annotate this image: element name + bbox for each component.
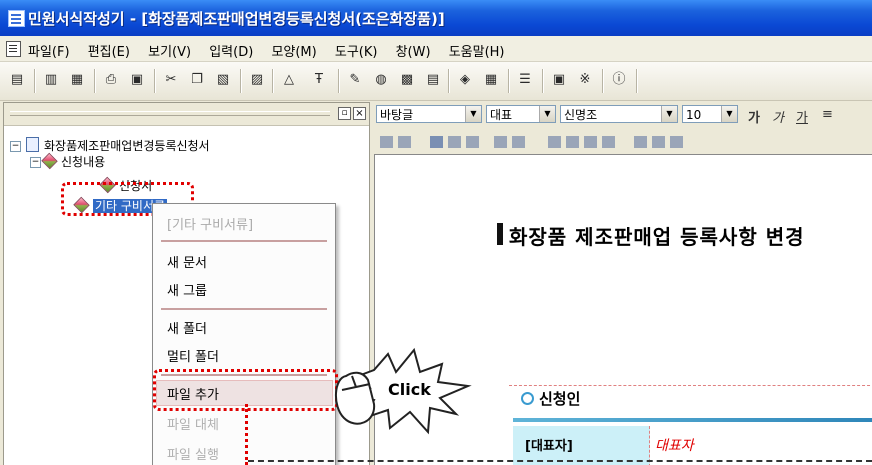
tree-root[interactable]: 화장품제조판매업변경등록신청서 [26,137,210,154]
document-title: 화장품 제조판매업 등록사항 변경 [497,221,805,250]
click-label: Click [388,380,431,399]
annotation-line [245,404,248,465]
circle-bullet-icon [521,392,534,405]
copy-icon[interactable]: ❐ [188,71,206,89]
mouse-icon [335,371,376,425]
info-icon[interactable]: ⓘ [610,71,628,89]
font-select[interactable]: 신명조 ▼ [560,105,678,123]
chevron-down-icon[interactable]: ▼ [465,106,481,122]
section-divider [509,385,872,387]
menu-item-replace-file[interactable]: 파일 대체 [167,414,219,433]
image-icon[interactable] [466,136,479,148]
context-menu-header: [기타 구비서류] [167,218,254,233]
shape-icon[interactable] [398,136,411,148]
menu-separator [161,308,327,310]
field-value[interactable]: 대표자 [655,435,694,455]
table-icon[interactable]: ▦ [482,71,500,89]
counter-icon[interactable]: ◍ [372,71,390,89]
font-size-select[interactable]: 10 ▼ [682,105,738,123]
italic-button[interactable]: 가 [772,107,784,126]
cut-icon[interactable]: ✂ [162,71,180,89]
chart-icon[interactable]: ☰ [516,71,534,89]
arrow-icon[interactable] [584,136,597,148]
menu-item-new-document[interactable]: 새 문서 [167,252,207,271]
symbol-icon[interactable]: ▣ [550,71,568,89]
object-toolbar [372,130,872,152]
menu-item-new-group[interactable]: 새 그룹 [167,280,207,299]
style-select[interactable]: 바탕글 ▼ [376,105,482,123]
save-icon[interactable]: ▦ [68,71,86,89]
menu-view[interactable]: 보기(V) [148,45,191,60]
document-icon [26,137,39,152]
menu-edit[interactable]: 편집(E) [88,45,130,60]
text-type-select[interactable]: 대표 ▼ [486,105,556,123]
folder-icon[interactable]: ▨ [248,71,266,89]
menu-separator [161,240,327,242]
main-toolbar: ▤ ▥ ▦ ⎙ ▣ ✂ ❐ ▧ ▨ △ Ŧ ✎ ◍ ▩ ▤ ◈ ▦ ☰ ▣ ※ … [0,62,872,101]
app-window: 민원서식작성기 - [화장품제조판매업변경등록신청서(조은화장품)] 파일(F)… [0,0,872,465]
menu-tools[interactable]: 도구(K) [335,45,378,60]
section-bar [513,418,872,422]
table-icon[interactable] [430,136,443,148]
title-bar: 민원서식작성기 - [화장품제조판매업변경등록신청서(조은화장품)] [0,0,872,36]
shape-icon[interactable]: △ [280,71,298,89]
menu-input[interactable]: 입력(D) [209,45,253,60]
pin-icon[interactable]: ▫ [338,107,351,120]
menu-format[interactable]: 모양(M) [271,45,316,60]
field-label: [대표자] [525,439,573,454]
collapse-icon[interactable]: − [30,157,41,168]
insert-icon[interactable]: ▩ [398,71,416,89]
bold-icon[interactable]: Ŧ [310,71,328,89]
pen-icon[interactable]: ✎ [346,71,364,89]
section-title: 신청인 [539,390,581,408]
menu-item-new-folder[interactable]: 새 폴더 [167,318,207,337]
bold-button[interactable]: 가 [748,107,760,126]
arrow-icon[interactable] [602,136,615,148]
arrow-icon[interactable] [548,136,561,148]
image-icon[interactable]: ▤ [424,71,442,89]
arrow-icon[interactable]: ◈ [456,71,474,89]
chevron-down-icon[interactable]: ▼ [661,106,677,122]
click-callout: Click [330,346,480,436]
format-toolbar: 바탕글 ▼ 대표 ▼ 신명조 ▼ 10 ▼ 가 가 가 ≡ [372,102,872,128]
paste-icon[interactable]: ▧ [214,71,232,89]
align-icon[interactable]: ≡ [822,107,833,122]
chart-icon[interactable] [448,136,461,148]
arrow-icon[interactable] [566,136,579,148]
app-icon [8,10,25,27]
open-icon[interactable]: ▥ [42,71,60,89]
annotation-line [248,460,872,462]
chevron-down-icon[interactable]: ▼ [721,106,737,122]
preview-icon[interactable]: ▣ [128,71,146,89]
menu-file[interactable]: 파일(F) [28,45,70,60]
collapse-icon[interactable]: − [10,141,21,152]
list-icon[interactable] [512,136,525,148]
menu-item-multi-folder[interactable]: 멀티 폴더 [167,346,219,365]
block-icon[interactable] [670,136,683,148]
underline-button[interactable]: 가 [796,107,808,126]
chevron-down-icon[interactable]: ▼ [539,106,555,122]
pane-header: ▫ × [4,103,369,126]
new-doc-icon[interactable]: ▤ [8,71,26,89]
list-icon[interactable] [494,136,507,148]
tree-group[interactable]: 신청내용 [41,152,105,170]
shape-icon[interactable] [380,136,393,148]
context-menu: [기타 구비서류] 새 문서 새 그룹 새 폴더 멀티 폴더 파일 추가 파일 … [152,203,336,465]
menu-help[interactable]: 도움말(H) [449,45,505,60]
document-icon[interactable] [6,41,21,57]
block-icon[interactable] [652,136,665,148]
star-icon[interactable]: ※ [576,71,594,89]
block-icon[interactable] [634,136,647,148]
menu-bar: 파일(F) 편집(E) 보기(V) 입력(D) 모양(M) 도구(K) 창(W)… [0,36,872,62]
menu-window[interactable]: 창(W) [396,45,431,60]
menu-item-run-file[interactable]: 파일 실행 [167,444,219,463]
group-icon [41,152,58,170]
print-icon[interactable]: ⎙ [102,71,120,89]
close-icon[interactable]: × [353,107,366,120]
window-title: 민원서식작성기 - [화장품제조판매업변경등록신청서(조은화장품)] [28,10,445,28]
